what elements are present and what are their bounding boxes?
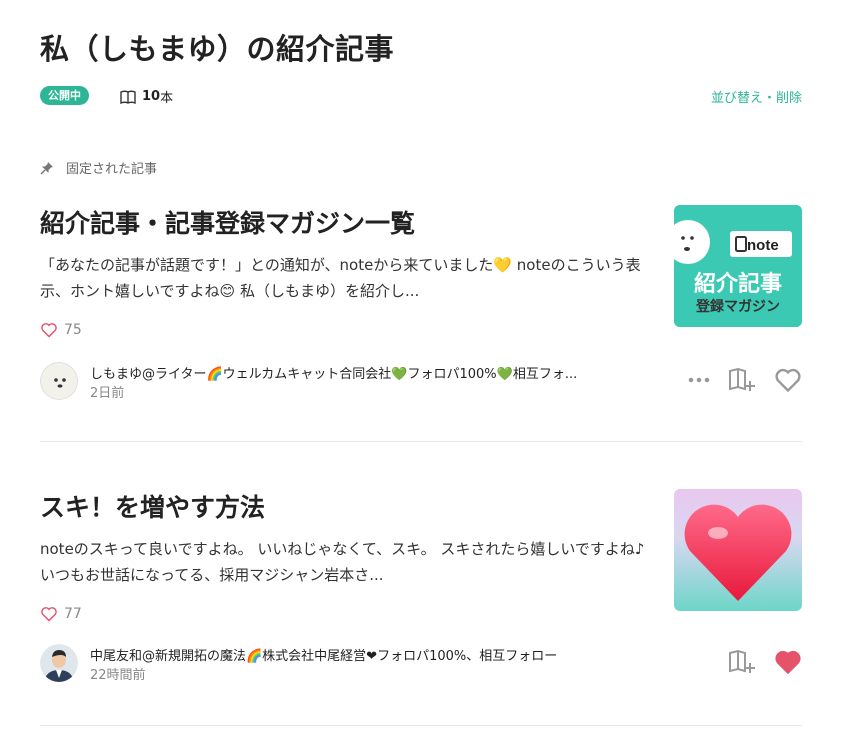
add-to-magazine-button[interactable] — [728, 649, 756, 675]
article-count: 10 本 — [120, 87, 173, 106]
author-name[interactable]: 中尾友和@新規開拓の魔法🌈株式会社中尾経営❤フォロパ100%、相互フォロー — [90, 645, 650, 664]
like-button-active[interactable] — [774, 649, 802, 675]
thumb-main-text: 紹介記事 — [694, 271, 782, 297]
like-count: 75 — [40, 322, 82, 338]
heart-icon — [41, 323, 57, 338]
divider — [40, 725, 802, 726]
like-icon — [775, 368, 801, 393]
article-count-unit: 本 — [160, 91, 174, 106]
more-icon — [688, 377, 710, 383]
like-button[interactable] — [774, 367, 802, 393]
article-excerpt: noteのスキって良いですよね。 いいねじゃなくて、スキ。 スキされたら嬉しいで… — [40, 540, 645, 584]
add-to-magazine-button[interactable] — [728, 367, 756, 393]
like-count-value: 77 — [64, 606, 82, 622]
article-excerpt: 「あなたの記事が話題です！」との通知が、noteから来ていました💛 noteのこ… — [40, 256, 641, 300]
article-title[interactable]: 紹介記事・記事登録マガジン一覧 — [40, 204, 660, 240]
magazine-page: 私（しもまゆ）の紹介記事 公開中 10 本 並び替え・削除 固定された記事 紹介記… — [0, 0, 842, 733]
article-count-number: 10 — [142, 89, 161, 104]
author-row: しもまゆ@ライター🌈ウェルカムキャット合同会社💚フォロパ100%💚相互フォ...… — [40, 362, 802, 402]
book-icon — [120, 90, 136, 104]
avatar[interactable] — [40, 362, 78, 400]
article-thumbnail[interactable]: note 紹介記事 登録マガジン — [674, 205, 802, 327]
article-title[interactable]: スキ！を増やす方法 — [40, 488, 660, 524]
article-actions — [710, 649, 802, 675]
like-icon — [775, 650, 801, 675]
like-count-value: 75 — [64, 322, 82, 338]
post-time: 22時間前 — [90, 668, 146, 683]
divider — [40, 441, 802, 442]
pinned-section-label: 固定された記事 — [40, 158, 157, 177]
thumb-sub-text: 登録マガジン — [695, 298, 780, 315]
pinned-label: 固定された記事 — [66, 162, 158, 177]
magazine-meta: 公開中 10 本 並び替え・削除 — [40, 86, 802, 108]
magazine-add-icon — [729, 649, 755, 673]
status-badge: 公開中 — [40, 86, 89, 105]
like-count: 77 — [40, 606, 82, 622]
page-title: 私（しもまゆ）の紹介記事 — [40, 32, 395, 66]
thumb-logo-text: note — [747, 237, 779, 254]
author-row: 中尾友和@新規開拓の魔法🌈株式会社中尾経営❤フォロパ100%、相互フォロー 22… — [40, 644, 802, 684]
more-button[interactable] — [688, 377, 710, 383]
avatar[interactable] — [40, 644, 78, 682]
post-time: 2日前 — [90, 386, 125, 401]
sort-delete-link[interactable]: 並び替え・削除 — [711, 87, 802, 106]
article-thumbnail[interactable] — [674, 489, 802, 611]
article-actions — [670, 367, 802, 393]
author-name[interactable]: しもまゆ@ライター🌈ウェルカムキャット合同会社💚フォロパ100%💚相互フォ... — [90, 363, 650, 382]
heart-icon — [41, 607, 57, 622]
pin-icon — [40, 161, 53, 175]
magazine-add-icon — [729, 367, 755, 391]
